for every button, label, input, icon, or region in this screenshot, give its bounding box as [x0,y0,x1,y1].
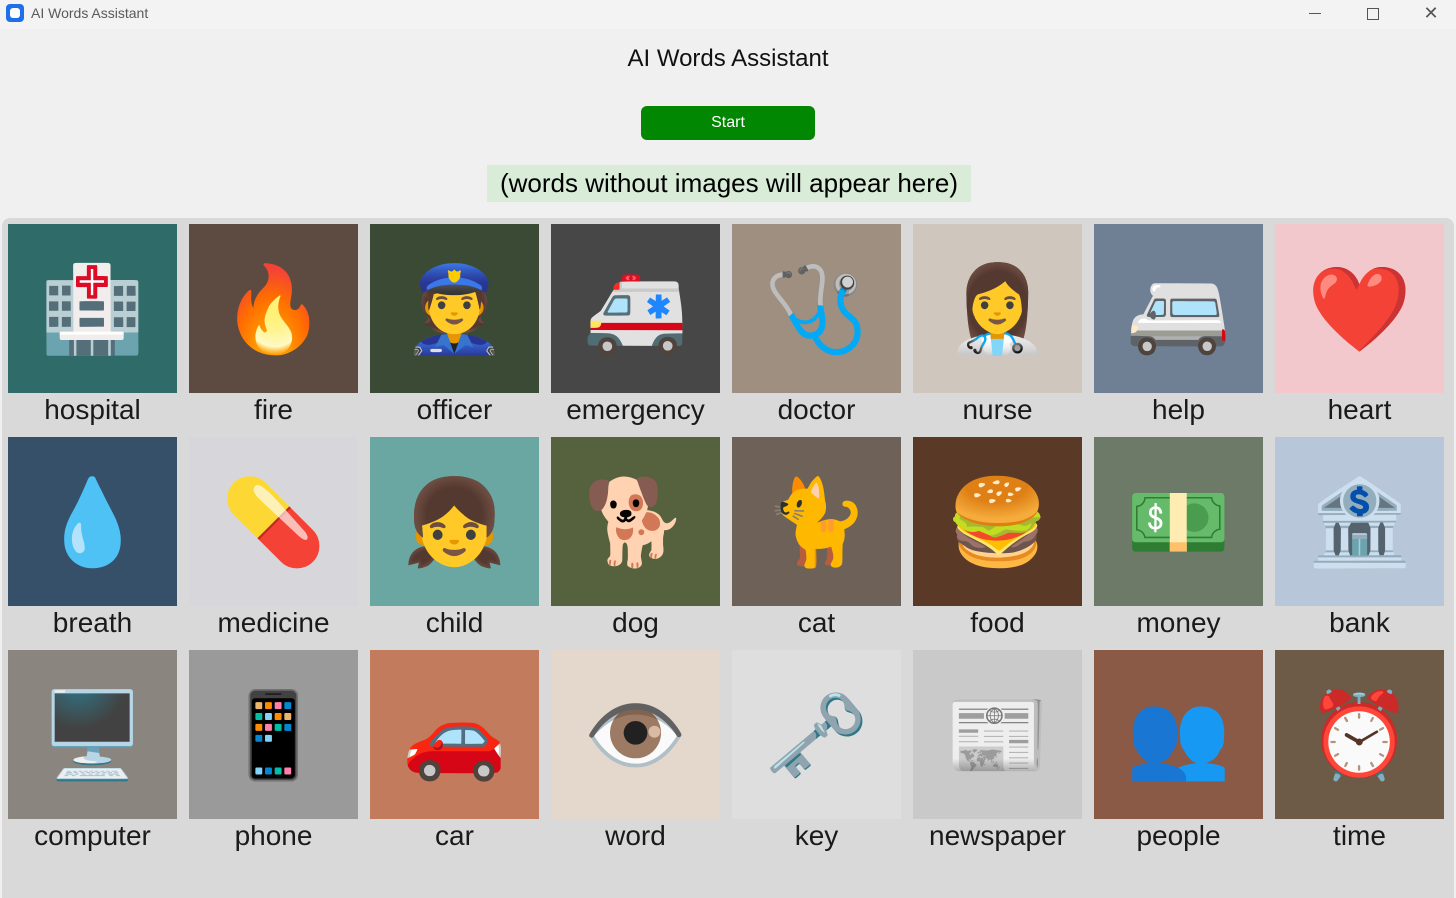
word-label: newspaper [929,820,1066,851]
cartoon-child-icon: 👧 [370,437,539,606]
page-title: AI Words Assistant [627,45,829,72]
close-icon: ✕ [1423,3,1439,23]
hospital-room-glyph: 🏥 [40,261,145,356]
word-label: help [1152,394,1205,425]
pills-glyph: 💊 [221,474,326,569]
cat-glyph: 🐈 [764,474,869,569]
maximize-button[interactable] [1344,0,1402,29]
doctor-icon: 🩺 [732,224,901,393]
police-officer-glyph: 👮 [402,261,507,356]
word-label: people [1136,820,1221,851]
face-water-icon: 💧 [8,437,177,606]
word-label: dog [612,607,659,638]
doctor-glyph: 🩺 [764,261,869,356]
dog-icon: 🐕 [551,437,720,606]
word-label: food [970,607,1025,638]
desktop-computer-icon: 🖥️ [8,650,177,819]
cat-icon: 🐈 [732,437,901,606]
smartphone-glyph: 📱 [221,687,326,782]
word-label: heart [1327,394,1392,425]
word-label: hospital [44,394,141,425]
word-label: emergency [566,394,705,425]
alarm-clock-icon: ⏰ [1275,650,1444,819]
word-label: computer [34,820,151,851]
key-icon: 🗝️ [732,650,901,819]
ambulance-van-glyph: 🚐 [1126,261,1231,356]
word-label: medicine [217,607,330,638]
cash-stacks-glyph: 💵 [1126,474,1231,569]
crowd-glyph: 👥 [1126,687,1231,782]
start-button[interactable]: Start [641,106,815,140]
newspapers-icon: 📰 [913,650,1082,819]
word-label: phone [234,820,313,851]
eye-icon: 👁️ [551,650,720,819]
dog-glyph: 🐕 [583,474,688,569]
face-water-glyph: 💧 [40,474,145,569]
word-label: breath [52,607,133,638]
cash-stacks-icon: 💵 [1094,437,1263,606]
word-label: cat [797,607,836,638]
burgers-icon: 🍔 [913,437,1082,606]
cartoon-child-glyph: 👧 [402,474,507,569]
minimize-icon [1309,13,1321,15]
ambulance-icon: 🚑 [551,224,720,393]
app-icon [6,4,24,22]
word-label: key [794,820,839,851]
classic-car-glyph: 🚗 [402,687,507,782]
police-officer-icon: 👮 [370,224,539,393]
word-label: money [1136,607,1221,638]
close-button[interactable]: ✕ [1402,0,1456,29]
ambulance-glyph: 🚑 [583,261,688,356]
bank-building-icon: 🏦 [1275,437,1444,606]
nurse-icon: 👩‍⚕️ [913,224,1082,393]
classic-car-icon: 🚗 [370,650,539,819]
desktop-computer-glyph: 🖥️ [40,687,145,782]
newspapers-glyph: 📰 [945,687,1050,782]
nurse-glyph: 👩‍⚕️ [945,261,1050,356]
bank-building-glyph: 🏦 [1307,474,1412,569]
word-label: time [1333,820,1386,851]
word-label: child [425,607,484,638]
crowd-icon: 👥 [1094,650,1263,819]
alarm-clock-glyph: ⏰ [1307,687,1412,782]
flames-icon: 🔥 [189,224,358,393]
word-label: officer [416,394,493,425]
word-label: word [605,820,666,851]
flames-glyph: 🔥 [221,261,326,356]
pills-icon: 💊 [189,437,358,606]
key-glyph: 🗝️ [764,687,869,782]
cartoon-heart-icon: ❤️ [1275,224,1444,393]
word-label: nurse [962,394,1033,425]
window-title: AI Words Assistant [31,5,149,21]
word-grid: 🏥 hospital 🔥 fire 👮 officer 🚑 emergency 🩺 doctor 👩… [2,218,1454,898]
maximize-icon [1367,7,1379,20]
title-bar: AI Words Assistant ✕ [0,0,1456,29]
hospital-room-icon: 🏥 [8,224,177,393]
missing-words-label: (words without images will appear here) [487,165,971,202]
word-label: doctor [777,394,856,425]
word-label: car [435,820,474,851]
ambulance-van-icon: 🚐 [1094,224,1263,393]
eye-glyph: 👁️ [583,687,688,782]
cartoon-heart-glyph: ❤️ [1307,261,1412,356]
minimize-button[interactable] [1286,0,1344,29]
burgers-glyph: 🍔 [945,474,1050,569]
word-label: fire [254,394,293,425]
word-label: bank [1329,607,1390,638]
smartphone-icon: 📱 [189,650,358,819]
